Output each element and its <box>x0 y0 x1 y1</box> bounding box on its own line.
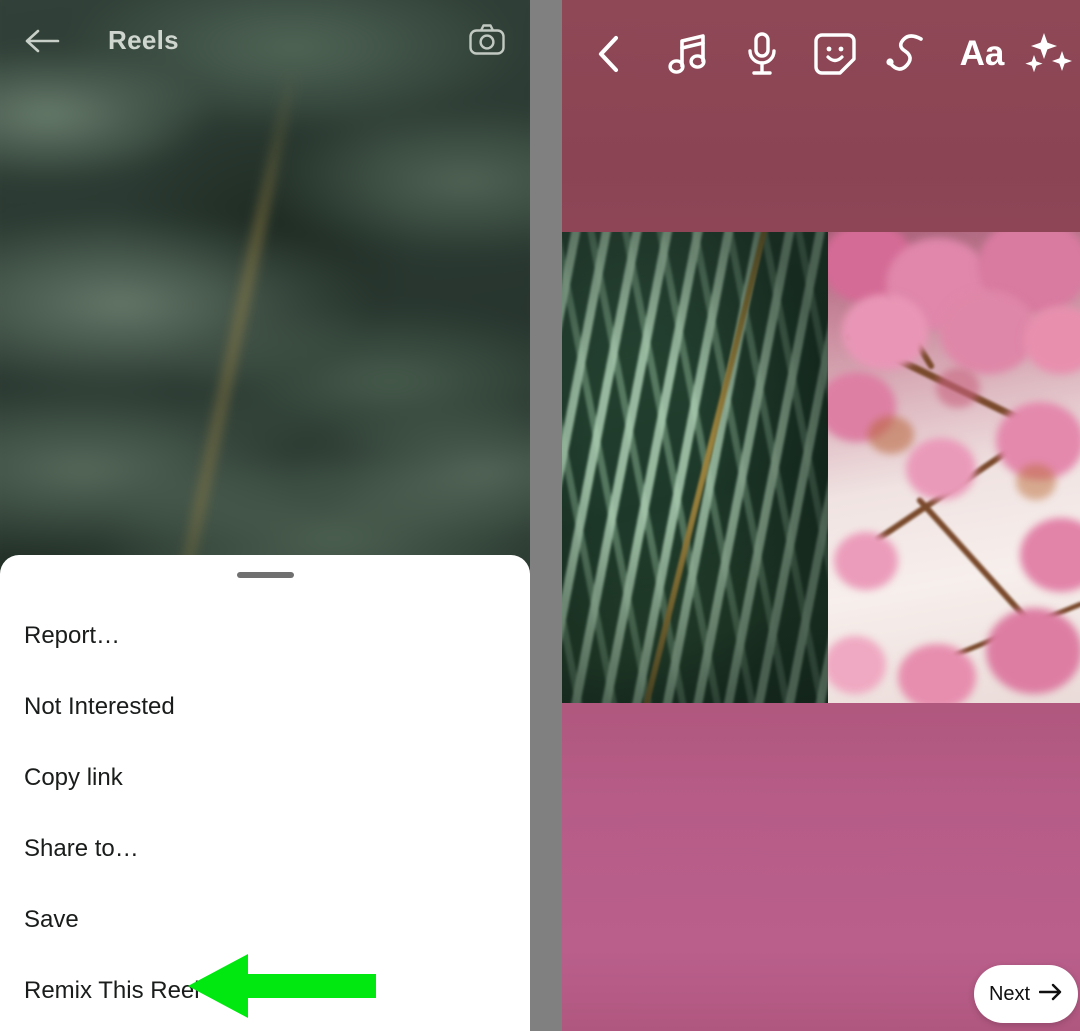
page-title: Reels <box>108 25 179 55</box>
menu-item-save[interactable]: Save <box>0 884 530 955</box>
screenshot-stage: Reels Report… Not Interested Copy link S… <box>0 0 1080 1031</box>
menu-item-label: Share to… <box>24 834 139 862</box>
reels-header: Reels <box>0 0 530 82</box>
menu-item-label: Copy link <box>24 763 123 791</box>
fern-clip[interactable] <box>562 232 828 703</box>
menu-item-share-to[interactable]: Share to… <box>0 813 530 884</box>
back-arrow-icon[interactable] <box>24 25 60 57</box>
draw-squiggle-icon[interactable] <box>884 28 930 80</box>
text-aa-icon[interactable]: Aa <box>954 28 1010 80</box>
panel-divider <box>530 0 562 1031</box>
microphone-icon[interactable] <box>742 28 782 80</box>
reels-viewer-panel: Reels Report… Not Interested Copy link S… <box>0 0 530 1031</box>
sticker-icon[interactable] <box>813 28 857 80</box>
cherry-blossom-clip[interactable] <box>828 232 1080 703</box>
menu-item-remix-this-reel[interactable]: Remix This Reel <box>0 955 530 1026</box>
arrow-right-icon <box>1038 983 1063 1006</box>
menu-item-copy-link[interactable]: Copy link <box>0 742 530 813</box>
music-note-icon[interactable] <box>666 28 712 80</box>
menu-item-label: Not Interested <box>24 692 175 720</box>
drag-handle[interactable] <box>237 572 294 578</box>
sparkles-icon[interactable] <box>1024 28 1076 80</box>
camera-icon[interactable] <box>468 22 506 58</box>
next-button-label: Next <box>988 982 1031 1005</box>
editor-toolbar: Aa <box>562 0 1080 90</box>
next-button[interactable]: Next <box>974 965 1078 1023</box>
back-chevron-icon[interactable] <box>592 28 626 80</box>
menu-item-not-interested[interactable]: Not Interested <box>0 671 530 742</box>
reel-editor-panel: Aa Next <box>562 0 1080 1031</box>
menu-item-label: Remix This Reel <box>24 976 200 1004</box>
options-menu: Report… Not Interested Copy link Share t… <box>0 600 530 1026</box>
menu-item-report[interactable]: Report… <box>0 600 530 671</box>
menu-item-label: Save <box>24 905 79 933</box>
menu-item-label: Report… <box>24 621 121 649</box>
clip-preview-row <box>562 232 1080 703</box>
